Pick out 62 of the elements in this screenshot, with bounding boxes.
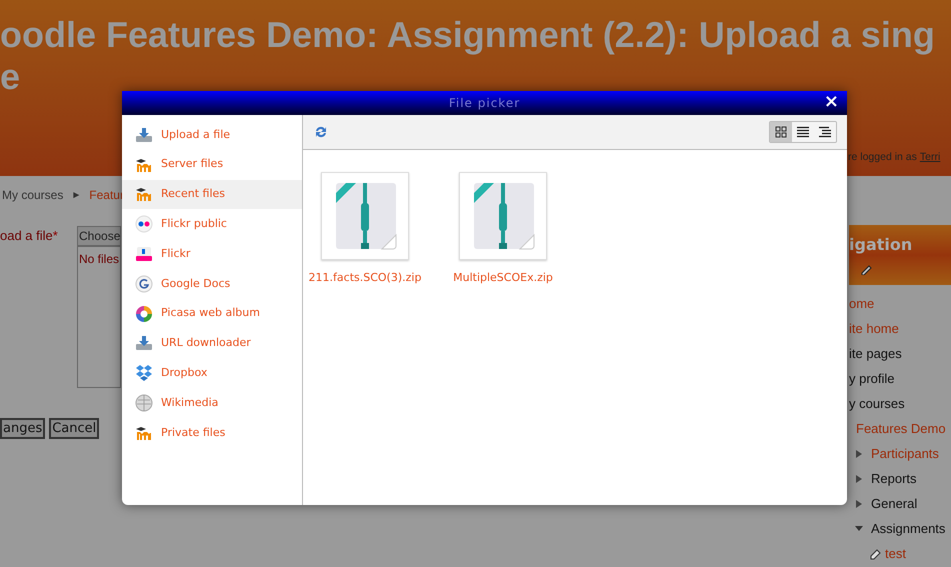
view-mode-button[interactable] (770, 122, 792, 142)
breadcrumb-separator: ► (71, 188, 82, 202)
navigation-title: igation (849, 234, 914, 256)
repository-item[interactable]: URL downloader (122, 328, 302, 358)
login-info: re logged in as (848, 150, 917, 166)
repository-item[interactable]: Flickr (122, 239, 302, 269)
expanded-triangle-icon[interactable] (855, 524, 863, 532)
tray-arrow-icon (135, 126, 153, 144)
nav-item[interactable]: General (871, 494, 918, 514)
file-thumbnail[interactable] (321, 172, 409, 260)
pencil-paper-icon (869, 548, 883, 560)
file-name[interactable]: MultipleSCOEx.zip (453, 270, 553, 286)
required-mark: * (52, 227, 58, 245)
nav-item[interactable]: ite pages (849, 344, 902, 364)
page-title: e (0, 56, 22, 98)
collapsed-triangle-icon[interactable] (855, 500, 863, 508)
pencil-icon[interactable] (861, 263, 873, 275)
file-name[interactable]: 211.facts.SCO(3).zip (308, 270, 422, 286)
choose-button[interactable]: Choose (77, 226, 121, 246)
repository-item[interactable]: Upload a file (122, 120, 302, 150)
nav-link[interactable]: Features Demo (856, 418, 946, 438)
collapsed-triangle-icon[interactable] (855, 450, 863, 458)
field-label: oad a file (0, 227, 53, 245)
open-box-icon (135, 364, 153, 382)
collapsed-triangle-icon[interactable] (855, 474, 863, 482)
nav-link[interactable]: test (885, 544, 906, 564)
repository-item[interactable]: Google Docs (122, 268, 302, 299)
page-title: oodle Features Demo: Assignment (2.2): Upload a sing (0, 14, 936, 56)
repository-item[interactable]: Flickr public (122, 209, 302, 240)
letter-g-icon (135, 274, 153, 293)
repository-item[interactable]: Wikimedia (122, 388, 302, 418)
repository-item[interactable]: Recent files (122, 180, 302, 210)
file-thumbnail[interactable] (459, 172, 547, 260)
breadcrumb-item[interactable]: My courses (2, 186, 64, 204)
nav-item[interactable]: y courses (849, 394, 905, 414)
nav-link[interactable]: ite home (849, 318, 899, 338)
close-button[interactable]: × (824, 93, 839, 111)
nav-item[interactable]: y profile (849, 368, 895, 388)
nav-item[interactable]: Reports (871, 468, 917, 488)
tree-view-icon (819, 126, 831, 138)
globe-icon (135, 394, 153, 412)
tray-icon (135, 245, 153, 264)
repository-item[interactable]: Picasa web album (122, 298, 302, 329)
mortarboard-m-icon (135, 185, 153, 204)
refresh-icon[interactable] (313, 124, 329, 140)
tray-arrow-icon (135, 334, 153, 352)
no-files-text: No files (79, 252, 120, 266)
nav-link[interactable]: Participants (871, 444, 939, 464)
nav-link[interactable]: ome (849, 294, 874, 314)
two-dots-icon (135, 215, 153, 234)
form-button[interactable]: Cancel (49, 418, 100, 439)
user-link[interactable]: Terri (920, 150, 940, 166)
breadcrumb-link[interactable]: Featur (89, 186, 124, 204)
pinwheel-icon (135, 304, 153, 323)
repository-item[interactable]: Dropbox (122, 358, 302, 388)
list-view-icon (797, 126, 809, 138)
nav-item[interactable]: Assignments (871, 518, 946, 538)
dialog-title: File picker (448, 95, 520, 112)
form-button[interactable]: anges (0, 418, 46, 439)
grid-view-icon (775, 126, 787, 138)
repository-item[interactable]: Server files (122, 150, 302, 180)
repository-item[interactable]: Private files (122, 418, 302, 448)
